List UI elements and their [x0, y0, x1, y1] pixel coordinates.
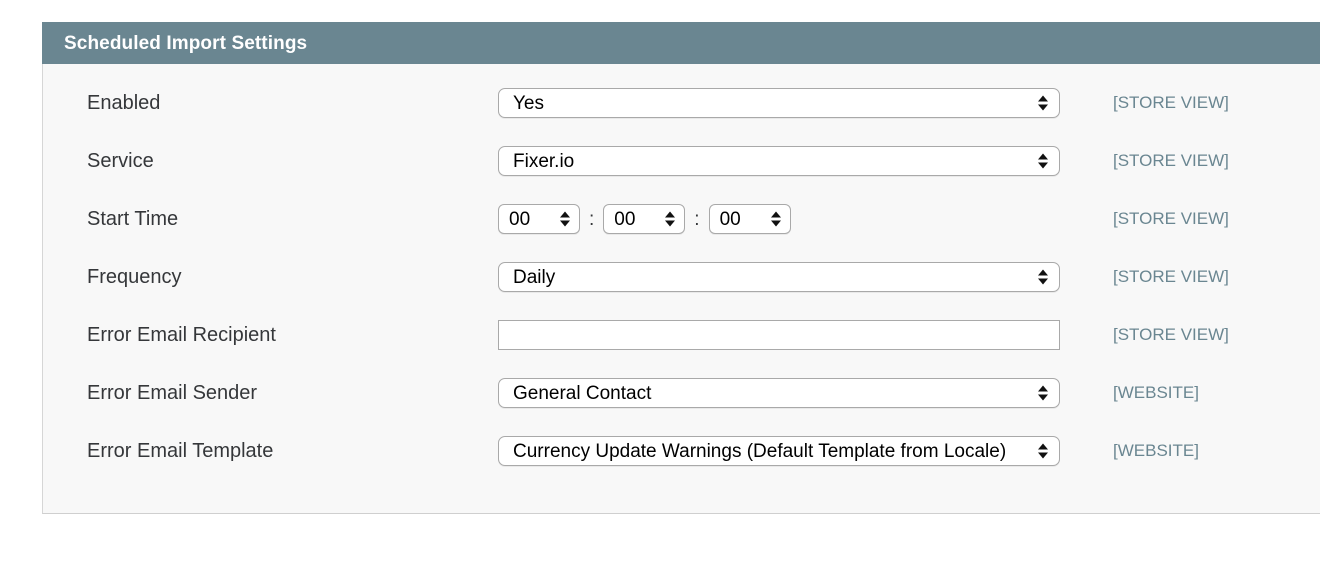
scheduled-import-settings-panel: Scheduled Import Settings Enabled Yes [S… [42, 22, 1320, 514]
scope-badge-error-email-sender: [WEBSITE] [1113, 382, 1199, 402]
control-start-time: 00 : 00 : 00 [498, 204, 791, 234]
scope-badge-start-time: [STORE VIEW] [1113, 208, 1229, 228]
chevron-updown-icon [1038, 95, 1048, 111]
scope-badge-frequency: [STORE VIEW] [1113, 266, 1229, 286]
start-time-minutes-value: 00 [614, 209, 636, 230]
field-row-error-email-sender: Error Email Sender General Contact [WEBS… [43, 364, 1320, 422]
label-frequency: Frequency [87, 266, 182, 288]
control-error-email-sender: General Contact [498, 378, 1060, 408]
error-email-sender-value: General Contact [513, 383, 652, 404]
frequency-select[interactable]: Daily [498, 262, 1060, 292]
page-title: Scheduled Import Settings [64, 32, 308, 54]
error-email-template-select[interactable]: Currency Update Warnings (Default Templa… [498, 436, 1060, 466]
field-row-error-email-template: Error Email Template Currency Update War… [43, 422, 1320, 480]
service-select-value: Fixer.io [513, 151, 575, 172]
field-row-enabled: Enabled Yes [STORE VIEW] [43, 74, 1320, 132]
field-row-error-email-recipient: Error Email Recipient [STORE VIEW] [43, 306, 1320, 364]
time-separator: : [694, 208, 700, 230]
scope-badge-error-email-template: [WEBSITE] [1113, 440, 1199, 460]
control-error-email-template: Currency Update Warnings (Default Templa… [498, 436, 1060, 466]
error-email-sender-select[interactable]: General Contact [498, 378, 1060, 408]
chevron-updown-icon [1038, 443, 1048, 459]
control-service: Fixer.io [498, 146, 1060, 176]
label-start-time: Start Time [87, 208, 179, 230]
control-error-email-recipient [498, 320, 1060, 350]
chevron-updown-icon [1038, 385, 1048, 401]
control-frequency: Daily [498, 262, 1060, 292]
label-error-email-template: Error Email Template [87, 440, 274, 462]
start-time-seconds-select[interactable]: 00 [708, 204, 791, 234]
chevron-updown-icon [665, 211, 676, 227]
start-time-minutes-select[interactable]: 00 [603, 204, 686, 234]
frequency-select-value: Daily [513, 267, 556, 288]
service-select[interactable]: Fixer.io [498, 146, 1060, 176]
field-row-service: Service Fixer.io [STORE VIEW] [43, 132, 1320, 190]
label-error-email-recipient: Error Email Recipient [87, 324, 276, 346]
page-root: Scheduled Import Settings Enabled Yes [S… [0, 0, 1320, 580]
label-enabled: Enabled [87, 92, 161, 114]
field-row-frequency: Frequency Daily [STORE VIEW] [43, 248, 1320, 306]
scope-badge-service: [STORE VIEW] [1113, 150, 1229, 170]
time-separator: : [589, 208, 595, 230]
chevron-updown-icon [1038, 269, 1048, 285]
chevron-updown-icon [560, 211, 570, 227]
error-email-template-value: Currency Update Warnings (Default Templa… [513, 441, 1007, 462]
label-service: Service [87, 150, 154, 172]
start-time-hours-select[interactable]: 00 [498, 204, 580, 234]
panel-header: Scheduled Import Settings [42, 22, 1320, 64]
chevron-updown-icon [1038, 153, 1048, 169]
start-time-seconds-value: 00 [719, 209, 741, 230]
error-email-recipient-input[interactable] [498, 320, 1060, 350]
panel-body: Enabled Yes [STORE VIEW] Service Fixer.i… [42, 64, 1320, 514]
enabled-select[interactable]: Yes [498, 88, 1060, 118]
scope-badge-enabled: [STORE VIEW] [1113, 92, 1229, 112]
enabled-select-value: Yes [513, 93, 544, 114]
field-row-start-time: Start Time 00 : 00: 00 [STORE VIEW] [43, 190, 1320, 248]
scope-badge-error-email-recipient: [STORE VIEW] [1113, 324, 1229, 344]
start-time-group: 00 : 00 : 00 [498, 204, 791, 234]
label-error-email-sender: Error Email Sender [87, 382, 258, 404]
start-time-hours-value: 00 [509, 209, 531, 230]
control-enabled: Yes [498, 88, 1060, 118]
chevron-updown-icon [770, 211, 781, 227]
